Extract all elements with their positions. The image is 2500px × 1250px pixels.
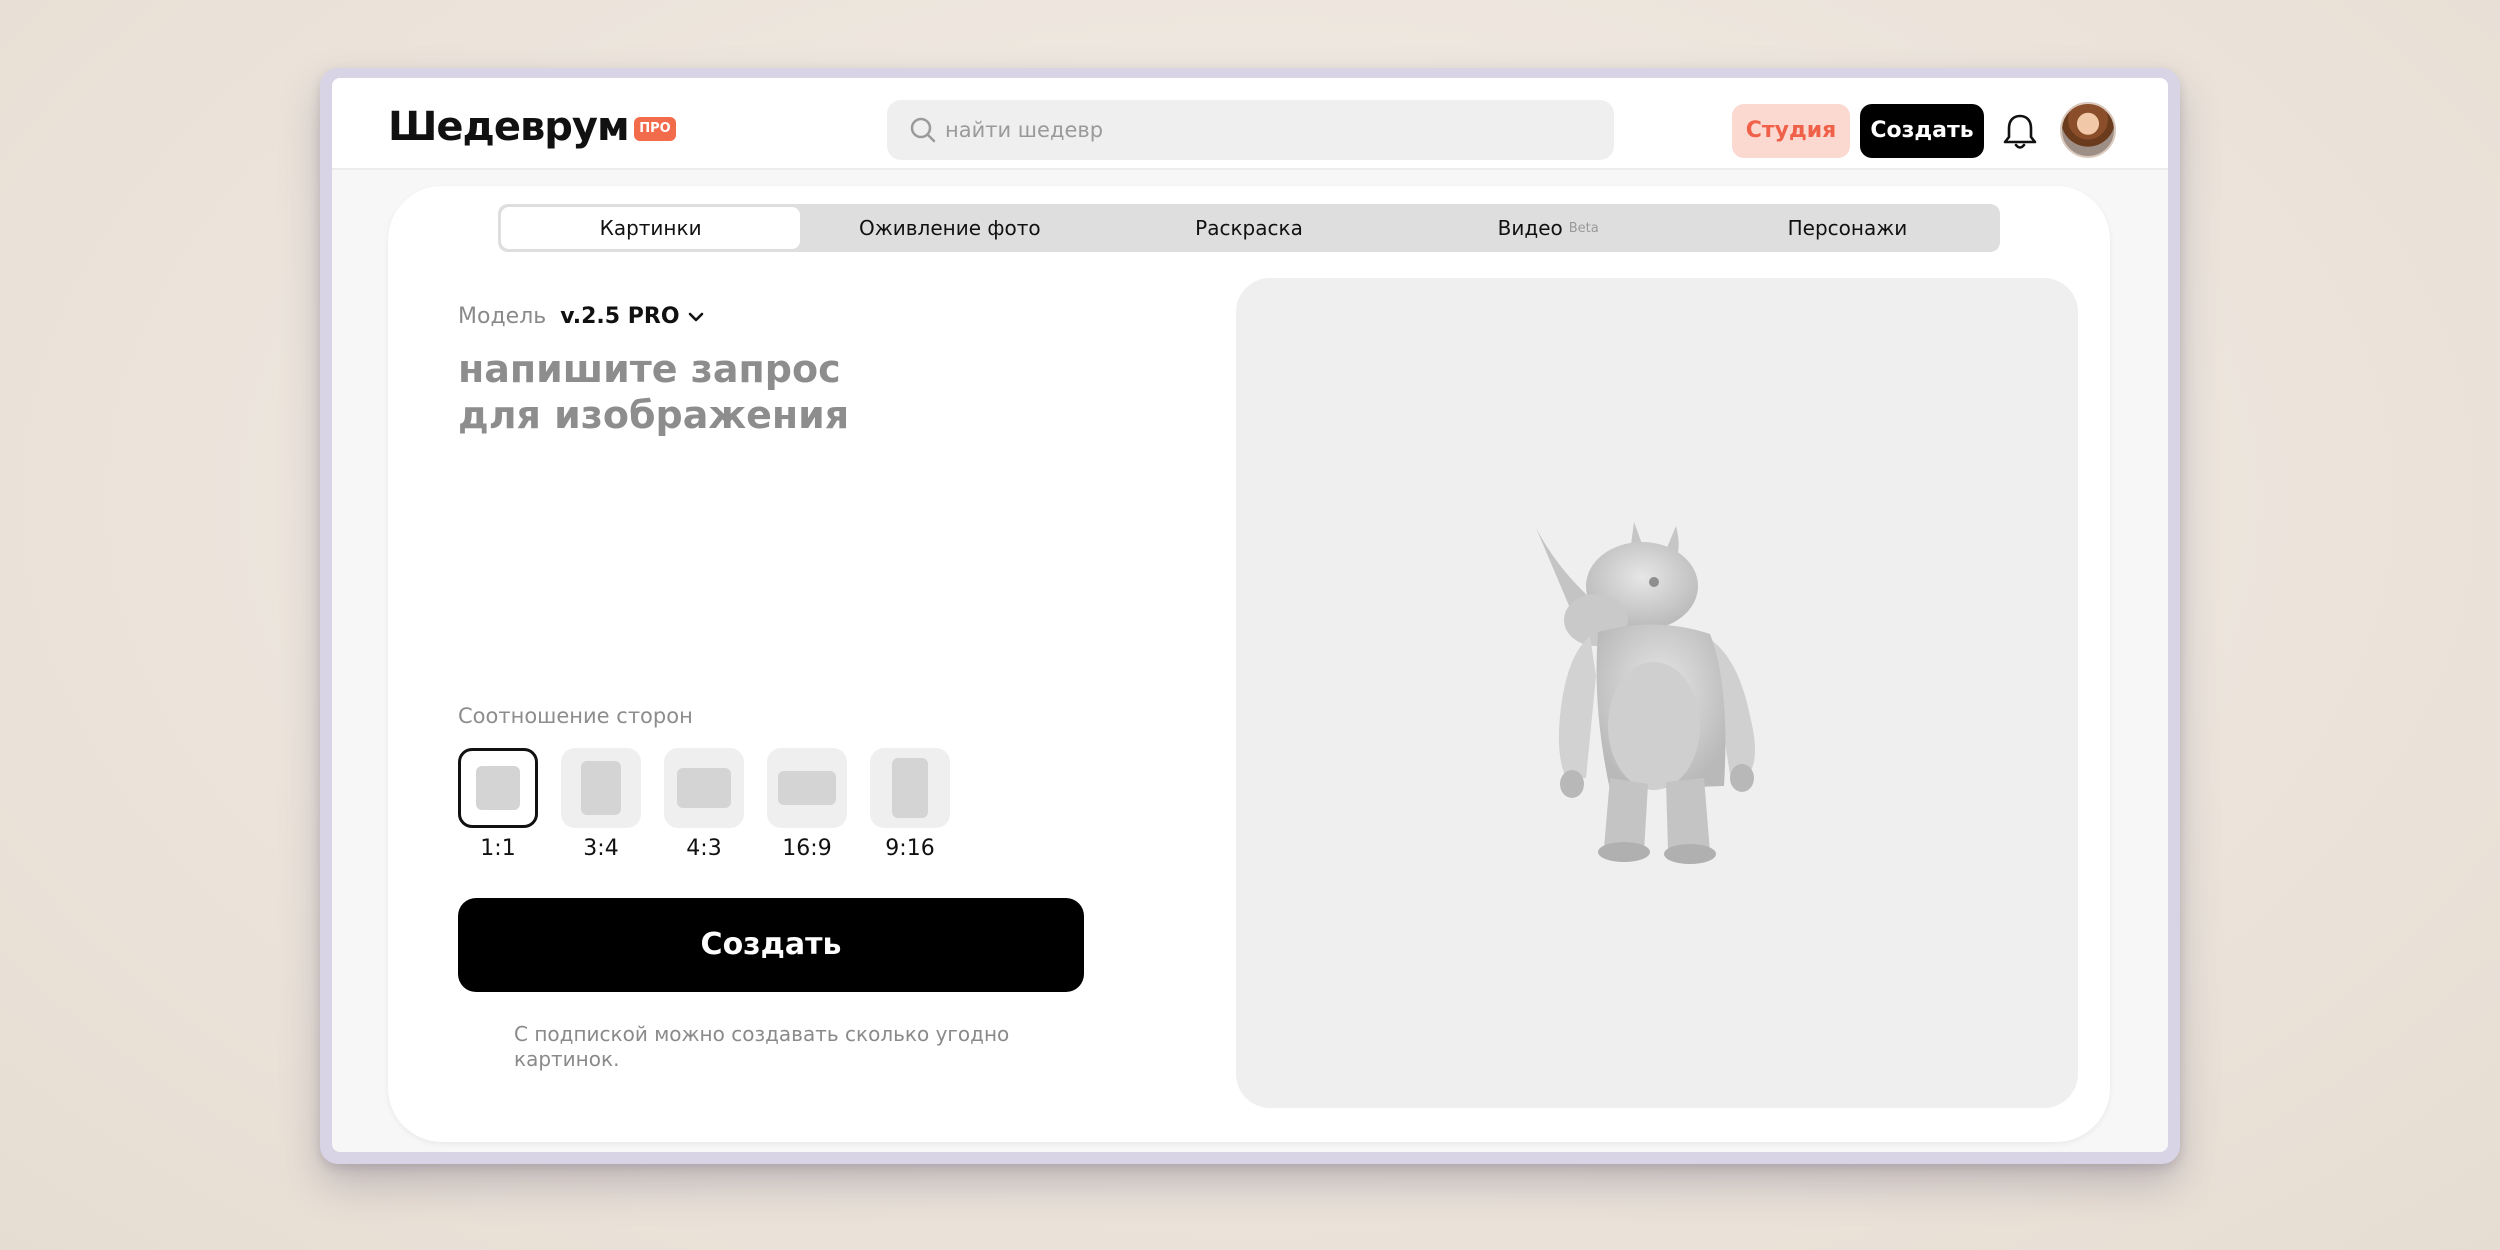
- subscription-note: С подпиской можно создавать сколько угод…: [514, 1022, 1010, 1071]
- image-preview: [1236, 278, 2078, 1108]
- search-input[interactable]: [945, 100, 1585, 160]
- app-screen: Шедеврум ПРО Студия Создать Картинки Ожи…: [332, 78, 2168, 1152]
- ratio-option-16-9[interactable]: 16:9: [767, 748, 847, 861]
- model-label: Модель: [458, 304, 547, 329]
- tab-label: Персонажи: [1787, 216, 1908, 240]
- tab-photo-animation[interactable]: Оживление фото: [800, 207, 1099, 249]
- portrait-ratio-icon: [581, 761, 621, 815]
- bell-icon[interactable]: [2002, 112, 2038, 152]
- landscape-ratio-icon: [677, 768, 731, 808]
- ratio-option-3-4[interactable]: 3:4: [561, 748, 641, 861]
- ratio-box[interactable]: [767, 748, 847, 828]
- ratio-label: 3:4: [583, 836, 619, 861]
- ratio-box[interactable]: [664, 748, 744, 828]
- ratio-option-4-3[interactable]: 4:3: [664, 748, 744, 861]
- prompt-input[interactable]: напишите запрос для изображения: [458, 346, 1018, 438]
- top-bar: Шедеврум ПРО Студия Создать: [332, 78, 2168, 170]
- tab-label: Картинки: [599, 216, 702, 240]
- create-top-button[interactable]: Создать: [1860, 104, 1984, 158]
- tab-label: Раскраска: [1195, 216, 1303, 240]
- ratio-label: 4:3: [686, 836, 722, 861]
- ratio-label: 16:9: [782, 836, 832, 861]
- browser-window: Шедеврум ПРО Студия Создать Картинки Ожи…: [320, 68, 2180, 1164]
- ratio-option-1-1[interactable]: 1:1: [458, 748, 538, 861]
- tall-ratio-icon: [892, 758, 928, 818]
- ratio-box[interactable]: [870, 748, 950, 828]
- ratio-box[interactable]: [561, 748, 641, 828]
- mode-tabs: Картинки Оживление фото Раскраска Видео B…: [498, 204, 2000, 252]
- tab-coloring[interactable]: Раскраска: [1099, 207, 1398, 249]
- tab-label: Видео: [1497, 216, 1563, 240]
- search-bar[interactable]: [887, 100, 1614, 160]
- chevron-down-icon[interactable]: [688, 312, 704, 322]
- rhino-illustration: [1536, 522, 1755, 864]
- generator-panel: Картинки Оживление фото Раскраска Видео B…: [388, 186, 2110, 1142]
- tab-label: Оживление фото: [859, 216, 1041, 240]
- create-button[interactable]: Создать: [458, 898, 1084, 992]
- wide-ratio-icon: [778, 771, 836, 805]
- avatar[interactable]: [2060, 102, 2116, 158]
- model-value[interactable]: v.2.5 PRO: [560, 304, 679, 329]
- model-selector[interactable]: Модель v.2.5 PRO: [458, 304, 704, 329]
- tab-pictures[interactable]: Картинки: [501, 207, 801, 249]
- pro-badge: ПРО: [634, 117, 676, 141]
- beta-badge: Beta: [1568, 220, 1599, 236]
- logo[interactable]: Шедеврум: [388, 104, 630, 150]
- square-ratio-icon: [476, 766, 520, 810]
- aspect-ratio-title: Соотношение сторон: [458, 704, 693, 728]
- ratio-option-9-16[interactable]: 9:16: [870, 748, 950, 861]
- ratio-box[interactable]: [458, 748, 538, 828]
- tab-video[interactable]: Видео Beta: [1399, 207, 1698, 249]
- ratio-label: 1:1: [480, 836, 516, 861]
- tab-characters[interactable]: Персонажи: [1698, 207, 1997, 249]
- ratio-label: 9:16: [885, 836, 935, 861]
- studio-button[interactable]: Студия: [1732, 104, 1850, 158]
- search-icon: [910, 117, 936, 143]
- aspect-ratio-options: 1:1 3:4 4:3 16:9 9:16: [458, 748, 950, 861]
